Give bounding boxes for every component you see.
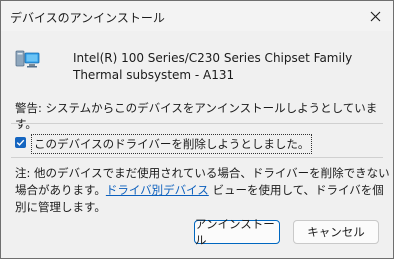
title-bar: デバイスのアンインストール [1, 1, 393, 31]
note-text: 注: 他のデバイスでまだ使用されている場合、ドライバーを削除できない場合がありま… [15, 165, 390, 216]
warning-text: 警告: システムからこのデバイスをアンインストールしようとしています。 [15, 101, 378, 131]
device-name: Intel(R) 100 Series/C230 Series Chipset … [73, 51, 353, 82]
dialog-title: デバイスのアンインストール [10, 11, 165, 25]
remove-driver-checkbox-label[interactable]: このデバイスのドライバーを削除しようとしました。 [31, 134, 313, 154]
close-icon [370, 11, 380, 21]
close-button[interactable] [357, 1, 393, 31]
uninstall-device-dialog: デバイスのアンインストール Intel(R) 100 Series/C230 S… [0, 0, 394, 259]
devices-by-driver-link[interactable]: ドライバ別デバイス [106, 183, 209, 197]
remove-driver-checkbox[interactable] [15, 137, 26, 148]
divider [11, 123, 383, 124]
divider [11, 157, 383, 158]
device-icon [15, 50, 40, 68]
checkmark-icon [16, 139, 25, 146]
cancel-button[interactable]: キャンセル [293, 220, 379, 244]
uninstall-button[interactable]: アンインストール [194, 217, 280, 247]
